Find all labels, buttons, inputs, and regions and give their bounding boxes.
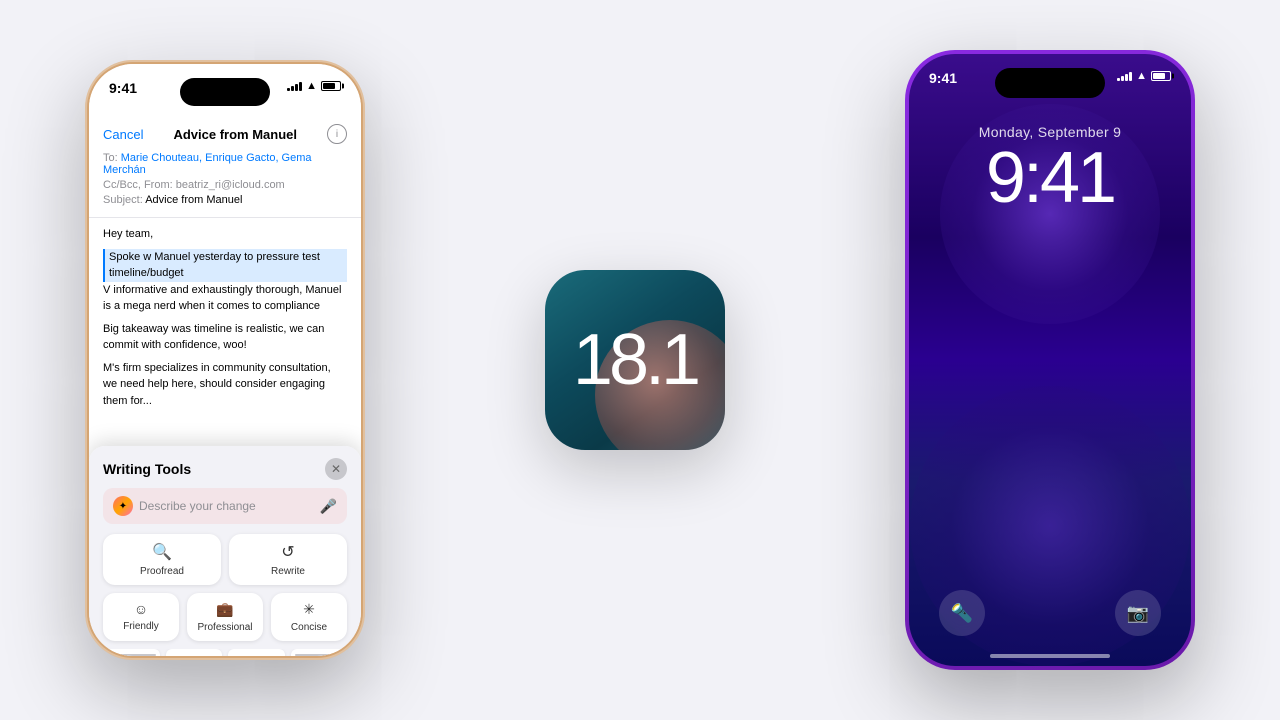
home-indicator: [990, 654, 1110, 658]
camera-button[interactable]: 📷: [1115, 590, 1161, 636]
cancel-button[interactable]: Cancel: [103, 127, 143, 142]
thumb-3: [228, 649, 285, 656]
thumb-1: ↓: [103, 649, 160, 656]
lock-status-time: 9:41: [929, 70, 957, 86]
body-selected: Spoke w Manuel yesterday to pressure tes…: [103, 249, 347, 282]
friendly-label: Friendly: [123, 621, 159, 632]
sparkle-icon: ✦: [113, 496, 133, 516]
writing-tools-main-buttons: 🔍 Proofread ↺ Rewrite: [89, 534, 361, 593]
lock-signal-icon: [1117, 71, 1132, 81]
info-button[interactable]: i: [327, 124, 347, 144]
rewrite-icon: ↺: [281, 542, 294, 562]
email-body: Hey team, Spoke w Manuel yesterday to pr…: [89, 218, 361, 423]
lock-status-icons: ▲: [1117, 70, 1171, 82]
wt-placeholder: Describe your change: [139, 499, 256, 513]
mic-icon[interactable]: 🎤: [320, 498, 337, 515]
camera-icon: 📷: [1127, 603, 1149, 624]
professional-label: Professional: [197, 622, 252, 633]
thumb-4: ↓: [291, 649, 348, 656]
rewrite-button[interactable]: ↺ Rewrite: [229, 534, 347, 585]
lock-screen-content: Monday, September 9 9:41: [909, 54, 1191, 666]
writing-tools-header: Writing Tools ✕: [89, 446, 361, 488]
lock-time: 9:41: [986, 142, 1114, 214]
greeting: Hey team,: [103, 226, 347, 243]
lock-wifi-icon: ▲: [1136, 70, 1147, 82]
proofread-icon: 🔍: [152, 542, 172, 562]
ios-version: 18.1: [573, 324, 697, 396]
recipients: Marie Chouteau, Enrique Gacto, Gema Merc…: [103, 152, 312, 176]
close-button[interactable]: ✕: [325, 458, 347, 480]
concise-icon: ✳: [303, 601, 315, 618]
email-cc-field: Cc/Bcc, From: beatriz_ri@icloud.com: [103, 179, 347, 191]
professional-button[interactable]: 💼 Professional: [187, 593, 263, 641]
writing-tools-secondary-buttons: ☺ Friendly 💼 Professional ✳ Concise: [89, 593, 361, 649]
body-line4: M's firm specializes in community consul…: [103, 360, 347, 410]
writing-tools-title: Writing Tools: [103, 461, 191, 477]
email-subject-field: Subject: Advice from Manuel: [103, 194, 347, 206]
body-line3: Big takeaway was timeline is realistic, …: [103, 321, 347, 354]
wt-input-left: ✦ Describe your change: [113, 496, 256, 516]
email-header: Cancel Advice from Manuel i To: Marie Ch…: [89, 116, 361, 218]
email-content: Cancel Advice from Manuel i To: Marie Ch…: [89, 116, 361, 456]
phone-right: 9:41 ▲ Monday, September 9 9:41 �: [905, 50, 1195, 670]
status-icons-left: ▲: [287, 80, 341, 92]
rewrite-label: Rewrite: [271, 566, 305, 577]
signal-icon: [287, 81, 302, 91]
body-line2: V informative and exhaustingly thorough,…: [103, 282, 347, 315]
phone-left: 9:41 ▲ Cancel Advice from Manuel: [85, 60, 365, 660]
dynamic-island-left: [180, 78, 270, 106]
status-time-left: 9:41: [109, 80, 137, 96]
lock-battery-icon: [1151, 71, 1171, 81]
proofread-label: Proofread: [140, 566, 184, 577]
center-logo: 18.1: [535, 260, 735, 460]
email-to-field: To: Marie Chouteau, Enrique Gacto, Gema …: [103, 152, 347, 176]
writing-tools-panel: Writing Tools ✕ ✦ Describe your change 🎤…: [89, 446, 361, 656]
flashlight-icon: 🔦: [951, 603, 973, 624]
writing-tools-input[interactable]: ✦ Describe your change 🎤: [103, 488, 347, 524]
lock-screen: 9:41 ▲ Monday, September 9 9:41 �: [909, 54, 1191, 666]
concise-button[interactable]: ✳ Concise: [271, 593, 347, 641]
professional-icon: 💼: [216, 601, 233, 618]
friendly-icon: ☺: [134, 601, 148, 617]
concise-label: Concise: [291, 622, 327, 633]
friendly-button[interactable]: ☺ Friendly: [103, 593, 179, 641]
thumb-2: [166, 649, 223, 656]
email-nav: Cancel Advice from Manuel i: [103, 124, 347, 144]
battery-icon: [321, 81, 341, 91]
writing-tools-thumbnails: ↓ ↓: [89, 649, 361, 656]
email-title: Advice from Manuel: [173, 127, 297, 142]
wifi-icon: ▲: [306, 80, 317, 92]
lock-bottom-controls: 🔦 📷: [909, 590, 1191, 636]
flashlight-button[interactable]: 🔦: [939, 590, 985, 636]
proofread-button[interactable]: 🔍 Proofread: [103, 534, 221, 585]
ios-logo: 18.1: [545, 270, 725, 450]
dynamic-island-right: [995, 68, 1105, 98]
